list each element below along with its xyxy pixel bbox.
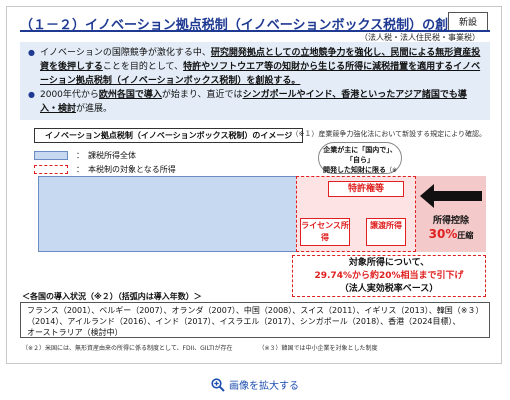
summary-box: イノベーションの国際競争が激化する中、研究開発拠点としての立地競争力を強化し、民… xyxy=(20,42,490,120)
summary-bullet-1: イノベーションの国際競争が激化する中、研究開発拠点としての立地競争力を強化し、民… xyxy=(28,46,482,88)
diagram-note: （※１）産業競争力強化法において新設する規定により確認。 xyxy=(291,130,486,138)
adoption-line: フランス（2001）、ベルギー（2007）、オランダ（2007）、中国（2008… xyxy=(27,306,484,315)
result-box: 対象所得について、 29.74%から約20%相当まで引下げ （法人実効税率ベース… xyxy=(292,255,486,297)
result-line: 対象所得について、 xyxy=(348,258,430,268)
deduction-suffix: 圧縮 xyxy=(457,231,474,240)
legend-swatch-red-dashed xyxy=(34,164,68,174)
legend-item-target: ： 本税制の対象となる所得 xyxy=(34,162,176,176)
legend-label: ： 本税制の対象となる所得 xyxy=(76,164,176,174)
adoption-line: （2014）、アイルランド（2016）、インド（2017）、イスラエル（2017… xyxy=(27,317,461,326)
callout-line: 開発した知財に限る xyxy=(322,166,386,174)
footnote-3: （※３）韓国では中小企業を対象とした制度 xyxy=(258,345,378,352)
new-badge: 新設 xyxy=(447,12,488,31)
summary-text: が進展。 xyxy=(76,104,113,114)
adoption-heading: ＜各国の導入状況（※２）（括弧内は導入年数）＞ xyxy=(22,292,202,301)
license-income-label: ライセンス所得 xyxy=(300,218,350,246)
summary-text: 2000年代から xyxy=(40,90,99,100)
adoption-box: フランス（2001）、ベルギー（2007）、オランダ（2007）、中国（2008… xyxy=(20,302,490,338)
footnotes: （※２）米国には、無形資産由来の所得に係る制度として、FDII、GILTIが存在… xyxy=(22,343,401,352)
zoom-image-link[interactable]: 画像を拡大する xyxy=(0,377,510,392)
callout-line: 企業が主に「国内で」、「自ら」 xyxy=(323,146,397,164)
footnote-2: （※２）米国には、無形資産由来の所得に係る制度として、FDII、GILTIが存在 xyxy=(22,345,233,352)
deduction-label: 所得控除 xyxy=(432,216,469,226)
result-rate-line: 29.74%から約20%相当まで引下げ xyxy=(314,271,464,281)
diagram-title: イノベーション拠点税制（イノベーションボックス税制）のイメージ xyxy=(34,128,304,143)
left-arrow-icon xyxy=(420,184,482,208)
legend-swatch-blue xyxy=(34,150,68,160)
summary-bullet-2: 2000年代から欧州各国で導入が始まり、直近ではシンガポールやインド、香港といっ… xyxy=(28,88,482,116)
deduction-rate: 30%圧縮 xyxy=(418,227,484,241)
summary-text: イノベーションの国際競争が激化する中、 xyxy=(40,48,211,58)
legend-item-total: ： 課税所得全体 xyxy=(34,148,176,162)
adoption-line: オーストラリア（検討中） xyxy=(27,328,123,337)
result-line: （法人実効税率ベース） xyxy=(339,284,439,294)
legend-label: ： 課税所得全体 xyxy=(76,150,136,160)
summary-text: ことを目的として、 xyxy=(102,62,184,72)
zoom-link-label: 画像を拡大する xyxy=(229,381,299,392)
zoom-in-icon xyxy=(211,378,225,392)
legend: ： 課税所得全体 ： 本税制の対象となる所得 xyxy=(34,148,176,176)
summary-emphasis: 欧州各国で導入 xyxy=(98,90,162,100)
domestic-callout: 企業が主に「国内で」、「自ら」 開発した知財に限る（※１） xyxy=(318,142,402,185)
summary-text: が始まり、直近では xyxy=(161,90,243,100)
transfer-income-label: 譲渡所得 xyxy=(366,218,406,246)
deduction-rate-value: 30% xyxy=(428,227,458,241)
patent-label: 特許権等 xyxy=(328,181,404,197)
